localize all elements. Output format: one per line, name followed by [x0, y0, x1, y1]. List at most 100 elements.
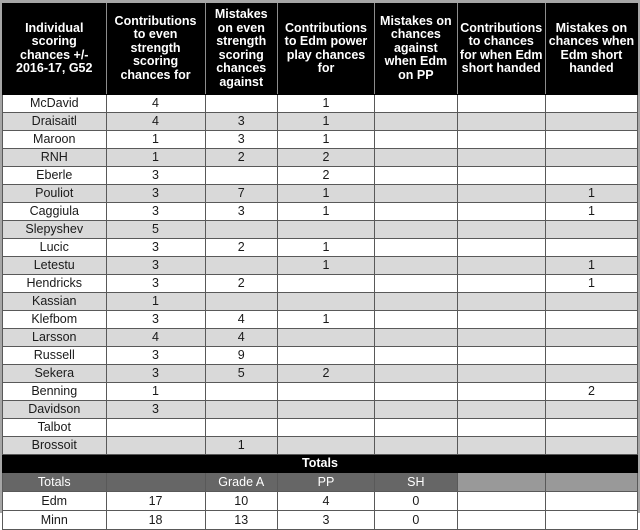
player-name-cell[interactable]: RNH [2, 148, 107, 167]
cell-es-for[interactable]: 3 [105, 256, 206, 275]
totals-cell-c5[interactable] [456, 510, 546, 530]
cell-pp-against[interactable] [374, 310, 458, 329]
cell-es-against[interactable] [204, 400, 278, 419]
table-row[interactable]: McDavid 4 1 [2, 94, 639, 113]
cell-es-against[interactable]: 3 [204, 202, 278, 221]
column-header-sh-contributions-for[interactable]: Contributions to chances for when Edm sh… [456, 3, 546, 95]
totals-cell-c3[interactable]: 3 [276, 510, 376, 530]
cell-pp-against[interactable] [374, 418, 458, 437]
cell-es-against[interactable] [204, 166, 278, 185]
totals-cell-c6[interactable] [544, 510, 639, 530]
cell-pp-against[interactable] [374, 382, 458, 401]
cell-es-for[interactable]: 3 [105, 202, 206, 221]
cell-pp-against[interactable] [374, 94, 458, 113]
cell-es-against[interactable] [204, 418, 278, 437]
cell-sh-against[interactable] [544, 220, 639, 239]
cell-sh-against[interactable] [544, 346, 639, 365]
cell-sh-against[interactable] [544, 292, 639, 311]
table-row[interactable]: Benning 1 2 [2, 382, 639, 401]
cell-sh-for[interactable] [456, 148, 546, 167]
player-name-cell[interactable]: Larsson [2, 328, 107, 347]
cell-sh-for[interactable] [456, 202, 546, 221]
cell-sh-against[interactable] [544, 400, 639, 419]
cell-sh-for[interactable] [456, 94, 546, 113]
cell-sh-against[interactable] [544, 238, 639, 257]
cell-es-against[interactable]: 4 [204, 310, 278, 329]
cell-sh-for[interactable] [456, 184, 546, 203]
cell-es-for[interactable]: 4 [105, 112, 206, 131]
cell-es-against[interactable]: 2 [204, 238, 278, 257]
cell-sh-against[interactable] [544, 328, 639, 347]
cell-sh-against[interactable] [544, 418, 639, 437]
cell-pp-for[interactable] [276, 274, 376, 293]
cell-es-against[interactable]: 1 [204, 436, 278, 455]
table-row[interactable]: Eberle 3 2 [2, 166, 639, 185]
cell-sh-against[interactable] [544, 94, 639, 113]
column-header-individual-scoring-chances[interactable]: Individual scoring chances +/- 2016-17, … [2, 3, 107, 95]
cell-es-for[interactable]: 3 [105, 346, 206, 365]
cell-pp-against[interactable] [374, 274, 458, 293]
cell-sh-for[interactable] [456, 310, 546, 329]
cell-es-for[interactable]: 1 [105, 130, 206, 149]
table-row[interactable]: Brossoit 1 [2, 436, 639, 455]
cell-sh-for[interactable] [456, 418, 546, 437]
cell-es-for[interactable] [105, 418, 206, 437]
cell-sh-against[interactable] [544, 130, 639, 149]
cell-es-for[interactable]: 3 [105, 166, 206, 185]
cell-sh-for[interactable] [456, 364, 546, 383]
cell-pp-for[interactable]: 1 [276, 256, 376, 275]
cell-sh-against[interactable] [544, 364, 639, 383]
cell-sh-against[interactable]: 2 [544, 382, 639, 401]
totals-cell-c4[interactable]: 0 [374, 510, 458, 530]
cell-sh-against[interactable] [544, 436, 639, 455]
cell-sh-for[interactable] [456, 166, 546, 185]
cell-es-against[interactable]: 3 [204, 112, 278, 131]
table-row[interactable]: Larsson 4 4 [2, 328, 639, 347]
cell-sh-for[interactable] [456, 130, 546, 149]
cell-pp-against[interactable] [374, 328, 458, 347]
player-name-cell[interactable]: Brossoit [2, 436, 107, 455]
table-row[interactable]: Slepyshev 5 [2, 220, 639, 239]
table-row[interactable]: Davidson 3 [2, 400, 639, 419]
player-name-cell[interactable]: Eberle [2, 166, 107, 185]
cell-pp-against[interactable] [374, 400, 458, 419]
table-row[interactable]: RNH 1 2 2 [2, 148, 639, 167]
cell-pp-against[interactable] [374, 256, 458, 275]
player-name-cell[interactable]: Lucic [2, 238, 107, 257]
cell-es-for[interactable]: 4 [105, 328, 206, 347]
table-row[interactable]: Lucic 3 2 1 [2, 238, 639, 257]
cell-es-against[interactable]: 2 [204, 274, 278, 293]
cell-pp-against[interactable] [374, 220, 458, 239]
cell-pp-for[interactable]: 1 [276, 184, 376, 203]
player-name-cell[interactable]: Benning [2, 382, 107, 401]
column-header-pp-mistakes-against[interactable]: Mistakes on chances against when Edm on … [374, 3, 458, 95]
cell-pp-against[interactable] [374, 166, 458, 185]
table-row[interactable]: Letestu 3 1 1 [2, 256, 639, 275]
cell-pp-against[interactable] [374, 238, 458, 257]
totals-cell-c4[interactable]: 0 [374, 491, 458, 511]
cell-es-for[interactable]: 1 [105, 292, 206, 311]
cell-sh-against[interactable]: 1 [544, 202, 639, 221]
column-header-pp-contributions-for[interactable]: Contributions to Edm power play chances … [276, 3, 376, 95]
cell-sh-against[interactable]: 1 [544, 256, 639, 275]
cell-pp-for[interactable]: 1 [276, 112, 376, 131]
cell-sh-for[interactable] [456, 238, 546, 257]
cell-es-for[interactable] [105, 436, 206, 455]
cell-pp-against[interactable] [374, 148, 458, 167]
cell-pp-for[interactable] [276, 328, 376, 347]
cell-pp-for[interactable] [276, 292, 376, 311]
player-name-cell[interactable]: Slepyshev [2, 220, 107, 239]
cell-pp-against[interactable] [374, 112, 458, 131]
cell-es-for[interactable]: 3 [105, 238, 206, 257]
cell-sh-for[interactable] [456, 382, 546, 401]
column-header-es-contributions-for[interactable]: Contributions to even strength scoring c… [105, 3, 206, 95]
cell-es-for[interactable]: 3 [105, 184, 206, 203]
cell-es-against[interactable]: 9 [204, 346, 278, 365]
cell-es-against[interactable] [204, 256, 278, 275]
table-row[interactable]: Hendricks 3 2 1 [2, 274, 639, 293]
cell-pp-for[interactable] [276, 220, 376, 239]
cell-sh-against[interactable] [544, 148, 639, 167]
cell-pp-for[interactable] [276, 436, 376, 455]
table-row[interactable]: Draisaitl 4 3 1 [2, 112, 639, 131]
cell-sh-for[interactable] [456, 436, 546, 455]
